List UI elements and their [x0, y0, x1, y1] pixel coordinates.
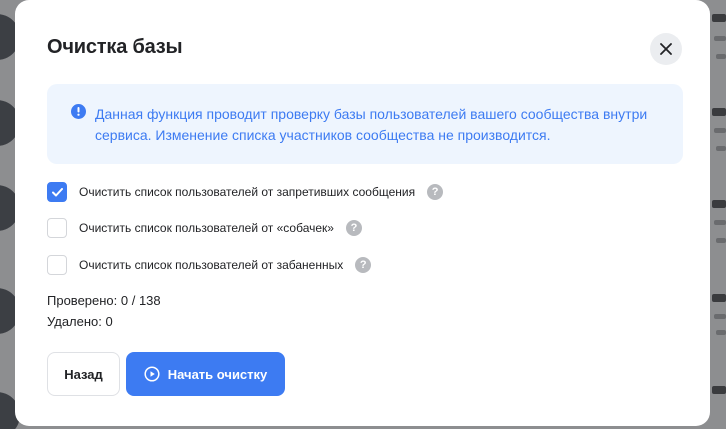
background-text: [712, 108, 726, 116]
clean-base-modal: Очистка базы Данная функция проводит про…: [15, 0, 710, 426]
background-text: [716, 54, 726, 59]
background-text: [714, 36, 726, 41]
checkbox-dogs[interactable]: [47, 218, 67, 238]
info-text: Данная функция проводит проверку базы по…: [95, 106, 648, 143]
check-icon: [51, 187, 63, 196]
checkbox-banned[interactable]: [47, 255, 67, 275]
option-label: Очистить список пользователей от запрети…: [79, 185, 416, 199]
checked-count: Проверено: 0 / 138: [47, 293, 161, 308]
background-text: [714, 128, 726, 133]
background-text: [712, 294, 726, 302]
background-text: [712, 14, 726, 22]
background-page-left: [0, 0, 20, 429]
close-button[interactable]: [650, 33, 682, 65]
background-text: [714, 314, 726, 319]
deleted-count: Удалено: 0: [47, 314, 113, 329]
close-icon: [660, 43, 672, 55]
question-icon[interactable]: ?: [427, 184, 444, 200]
option-banned: Очистить список пользователей от забанен…: [47, 255, 372, 275]
background-text: [716, 330, 726, 335]
option-forbidden-messages: Очистить список пользователей от запрети…: [47, 182, 444, 202]
background-text: [712, 200, 726, 208]
question-icon[interactable]: ?: [345, 220, 362, 236]
question-icon[interactable]: ?: [355, 257, 372, 273]
start-cleanup-button[interactable]: Начать очистку: [126, 352, 285, 396]
start-cleanup-label: Начать очистку: [167, 366, 268, 382]
info-icon: [71, 104, 86, 119]
option-label: Очистить список пользователей от «собаче…: [79, 221, 334, 235]
background-text: [716, 238, 726, 243]
option-label: Очистить список пользователей от забанен…: [79, 258, 344, 272]
option-dogs: Очистить список пользователей от «собаче…: [47, 218, 362, 238]
background-text: [712, 386, 726, 394]
play-circle-icon: [144, 366, 160, 382]
checkbox-forbidden-messages[interactable]: [47, 182, 67, 202]
modal-title: Очистка базы: [47, 36, 183, 58]
background-text: [714, 220, 726, 225]
info-box: Данная функция проводит проверку базы по…: [47, 84, 683, 164]
background-text: [716, 146, 726, 151]
back-button[interactable]: Назад: [47, 352, 120, 396]
